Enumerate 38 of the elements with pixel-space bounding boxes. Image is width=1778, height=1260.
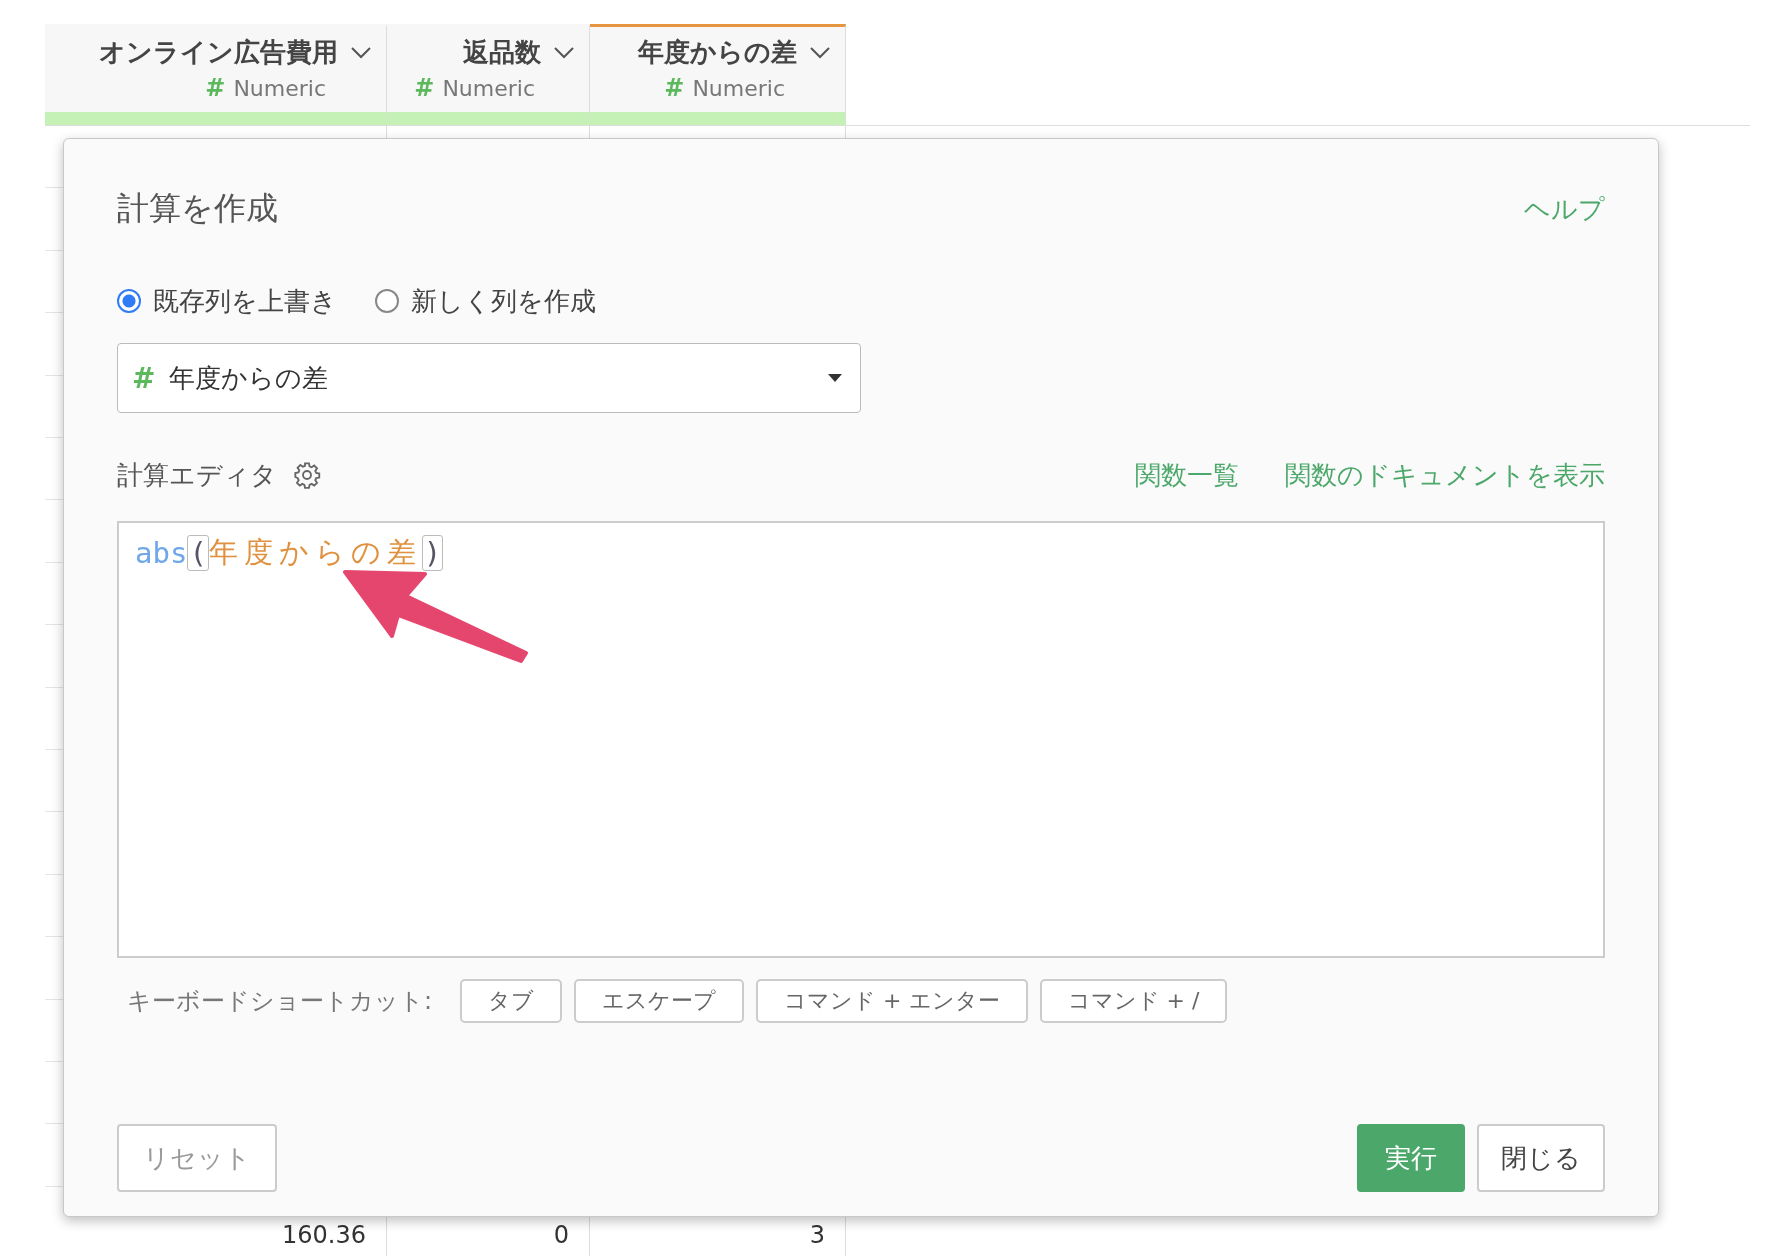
column-type: Numeric	[233, 75, 326, 101]
code-token: 年度からの差	[208, 534, 422, 571]
shortcuts-label: キーボードショートカット:	[127, 986, 433, 1017]
column-header[interactable]: 返品数 # Numeric	[387, 24, 590, 125]
numeric-type-icon: #	[205, 74, 226, 102]
shortcut-key[interactable]: コマンド + /	[1039, 979, 1228, 1023]
caret-down-icon	[828, 374, 842, 382]
radio-button[interactable]	[375, 289, 399, 313]
radio-button[interactable]	[117, 289, 141, 313]
code-token: )	[421, 535, 444, 571]
editor-label: 計算エディタ	[117, 458, 277, 492]
code-token: (	[187, 535, 209, 571]
table-cell: 160.36	[282, 1220, 366, 1250]
formula-editor[interactable]: abs(年度からの差)	[117, 521, 1605, 958]
table-cell: 3	[809, 1220, 825, 1250]
column-type: Numeric	[692, 75, 785, 101]
settings-icon[interactable]	[293, 461, 321, 489]
dialog-title: 計算を作成	[117, 188, 278, 229]
column-name: オンライン広告費用	[99, 36, 338, 69]
code-token: abs	[135, 536, 188, 570]
column-name: 年度からの差	[638, 36, 797, 69]
radio-label[interactable]: 既存列を上書き	[153, 283, 337, 319]
numeric-type-icon: #	[414, 74, 435, 102]
column-type: Numeric	[442, 75, 535, 101]
column-header[interactable]: 年度からの差 # Numeric	[590, 24, 846, 125]
column-name: 返品数	[463, 36, 541, 69]
chevron-down-icon[interactable]	[350, 45, 372, 60]
column-dropdown[interactable]: # 年度からの差	[117, 343, 861, 413]
numeric-type-icon: #	[664, 74, 685, 102]
table-cell: 0	[553, 1220, 569, 1250]
chevron-down-icon[interactable]	[553, 45, 575, 60]
radio-label[interactable]: 新しく列を作成	[411, 283, 596, 319]
close-button[interactable]: 閉じる	[1477, 1124, 1605, 1192]
shortcut-key[interactable]: エスケープ	[574, 979, 745, 1023]
chevron-down-icon[interactable]	[809, 45, 831, 60]
shortcut-key[interactable]: コマンド + エンター	[756, 979, 1028, 1023]
column-header[interactable]: オンライン広告費用 # Numeric	[45, 24, 387, 125]
shortcut-key[interactable]: タブ	[460, 979, 563, 1023]
